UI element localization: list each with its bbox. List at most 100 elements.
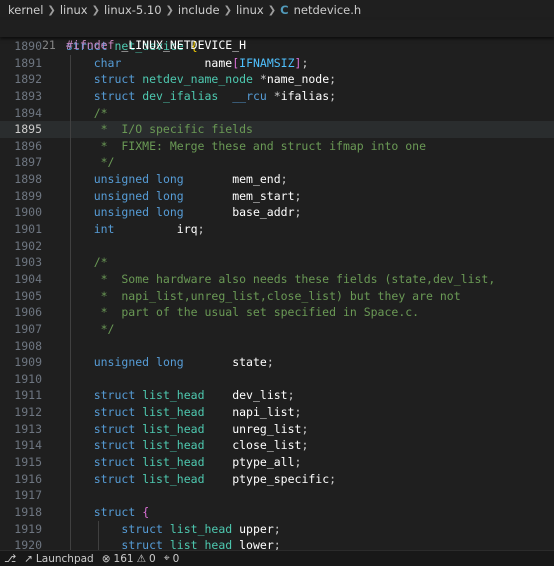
line-number: 1893 (14, 88, 42, 103)
line-number: 1899 (14, 188, 42, 203)
code-line: 1902 (0, 237, 554, 255)
line-number: 1913 (14, 421, 42, 436)
status-bar: ⎇ ↗ Launchpad ⊗ 161 ⚠ 0 ⌖ 0 (0, 550, 554, 566)
line-number: 1918 (14, 504, 42, 519)
chevron-right-icon: ❯ (267, 4, 277, 16)
line-number: 1900 (14, 205, 42, 220)
code-line: 1919 struct list_head upper; (0, 520, 554, 538)
code-line: 1897 */ (0, 154, 554, 172)
line-number: 1894 (14, 105, 42, 120)
warning-icon: ⚠ (136, 552, 146, 565)
code-line: 1893 struct dev_ifalias __rcu *ifalias; (0, 87, 554, 105)
code-line: 1914 struct list_head close_list; (0, 437, 554, 455)
line-text: * FIXME: Merge these and struct ifmap in… (66, 138, 427, 153)
error-count: 161 (113, 552, 134, 565)
line-text: struct list_head dev_list; (93, 388, 295, 403)
line-text: unsigned long base_addr; (93, 205, 302, 220)
chevron-right-icon: ❯ (47, 4, 56, 16)
line-text: struct list_head close_list; (93, 438, 309, 453)
chevron-right-icon: ❯ (165, 4, 174, 16)
code-line: 1899 unsigned long mem_start; (0, 187, 554, 205)
line-number: 1920 (14, 538, 42, 550)
code-line: 1903 /* (0, 254, 554, 271)
code-line: 1913 struct list_head unreg_list; (0, 420, 554, 438)
line-number: 1915 (14, 455, 42, 470)
code-line: 1916 struct list_head ptype_specific; (0, 470, 554, 488)
line-number: 1902 (14, 238, 42, 253)
breadcrumb-item-linux-dir[interactable]: linux (236, 3, 264, 17)
line-number: 1911 (14, 388, 42, 403)
line-text: /* (66, 105, 108, 120)
code-line: 1912 struct list_head napi_list; (0, 404, 554, 421)
line-number: 1901 (14, 222, 42, 237)
code-line: 1898 unsigned long mem_end; (0, 171, 554, 188)
code-line: 1907 */ (0, 320, 554, 338)
code-line-current: 1895 * I/O specific fields (0, 121, 554, 138)
line-number: 1898 (14, 172, 42, 187)
line-text: char name[IFNAMSIZ]; (93, 55, 309, 70)
line-number: 1897 (14, 155, 42, 170)
code-line: 1900 unsigned long base_addr; (0, 204, 554, 222)
code-line: 1904 * Some hardware also needs these fi… (0, 270, 554, 288)
breadcrumb-item-linux[interactable]: linux (60, 3, 88, 17)
warning-count: 0 (149, 552, 156, 565)
line-number: 1892 (14, 72, 42, 87)
code-line: 1905 * napi_list,unreg_list,close_list) … (0, 287, 554, 305)
breadcrumb-item-include[interactable]: include (178, 3, 220, 17)
breadcrumb-item-linux-5-10[interactable]: linux-5.10 (104, 3, 162, 17)
code-line: 1920 struct list_head lower; (0, 537, 554, 550)
code-editor[interactable]: 1890struct net_device { 1891 char name[I… (0, 38, 554, 550)
code-line: 1911 struct list_head dev_list; (0, 387, 554, 405)
line-text: */ (66, 321, 115, 336)
sticky-line-text: #ifndef _LINUX_NETDEVICE_H (66, 37, 246, 54)
code-line: 1910 (0, 370, 554, 388)
line-text: unsigned long state; (93, 355, 274, 370)
line-number: 1905 (14, 288, 42, 303)
breadcrumb-file[interactable]: netdevice.h (294, 3, 362, 17)
line-text: * part of the usual set specified in Spa… (66, 305, 420, 320)
rocket-icon: ↗ (24, 552, 33, 565)
ports-count: 0 (172, 552, 180, 565)
line-text: unsigned long mem_start; (93, 188, 302, 203)
line-number: 1910 (14, 371, 42, 386)
c-file-icon: C (280, 3, 289, 17)
code-line: 1892 struct netdev_name_node *name_node; (0, 71, 554, 88)
line-text: * Some hardware also needs these fields … (66, 271, 496, 286)
line-number: 1916 (14, 471, 42, 486)
sticky-directive: #ifndef (66, 38, 115, 52)
line-text: int irq; (93, 222, 205, 237)
line-number: 1907 (14, 321, 42, 336)
error-icon: ⊗ (101, 552, 111, 565)
code-line: 1917 (0, 487, 554, 504)
breadcrumb-item-kernel[interactable]: kernel (8, 3, 43, 17)
line-text: * I/O specific fields (66, 122, 253, 137)
line-text: unsigned long mem_end; (93, 172, 288, 187)
code-line: 1901 int irq; (0, 221, 554, 238)
line-text: struct list_head napi_list; (93, 405, 302, 420)
code-line: 1918 struct { (0, 503, 554, 521)
line-text: struct list_head ptype_all; (93, 455, 302, 470)
line-text: */ (66, 155, 115, 170)
launchpad-button[interactable]: ↗ Launchpad (24, 553, 94, 565)
line-number: 1895 (14, 122, 42, 137)
ports-button[interactable]: ⌖ 0 (164, 552, 180, 565)
remote-icon[interactable]: ⎇ (4, 553, 16, 565)
line-number: 1908 (14, 338, 42, 353)
code-line: 1896 * FIXME: Merge these and struct ifm… (0, 137, 554, 155)
line-number: 1912 (14, 405, 42, 420)
code-line: 1894 /* (0, 104, 554, 122)
sticky-line-number: 21 (42, 38, 56, 52)
line-text: struct list_head ptype_specific; (93, 471, 337, 486)
line-text: struct netdev_name_node *name_node; (93, 72, 337, 87)
breadcrumb: kernel ❯ linux ❯ linux-5.10 ❯ include ❯ … (0, 0, 554, 20)
line-text: struct dev_ifalias __rcu *ifalias; (93, 88, 337, 103)
sticky-scroll-header[interactable]: 21 #ifndef _LINUX_NETDEVICE_H (0, 20, 554, 52)
line-text: * napi_list,unreg_list,close_list) but t… (66, 288, 461, 303)
problems-button[interactable]: ⊗ 161 ⚠ 0 (102, 553, 156, 565)
code-line: 1891 char name[IFNAMSIZ]; (0, 54, 554, 72)
line-number: 1896 (14, 138, 42, 153)
launchpad-label: Launchpad (35, 552, 94, 565)
line-number: 1903 (14, 255, 42, 270)
line-number: 1909 (14, 355, 42, 370)
line-number: 1906 (14, 305, 42, 320)
